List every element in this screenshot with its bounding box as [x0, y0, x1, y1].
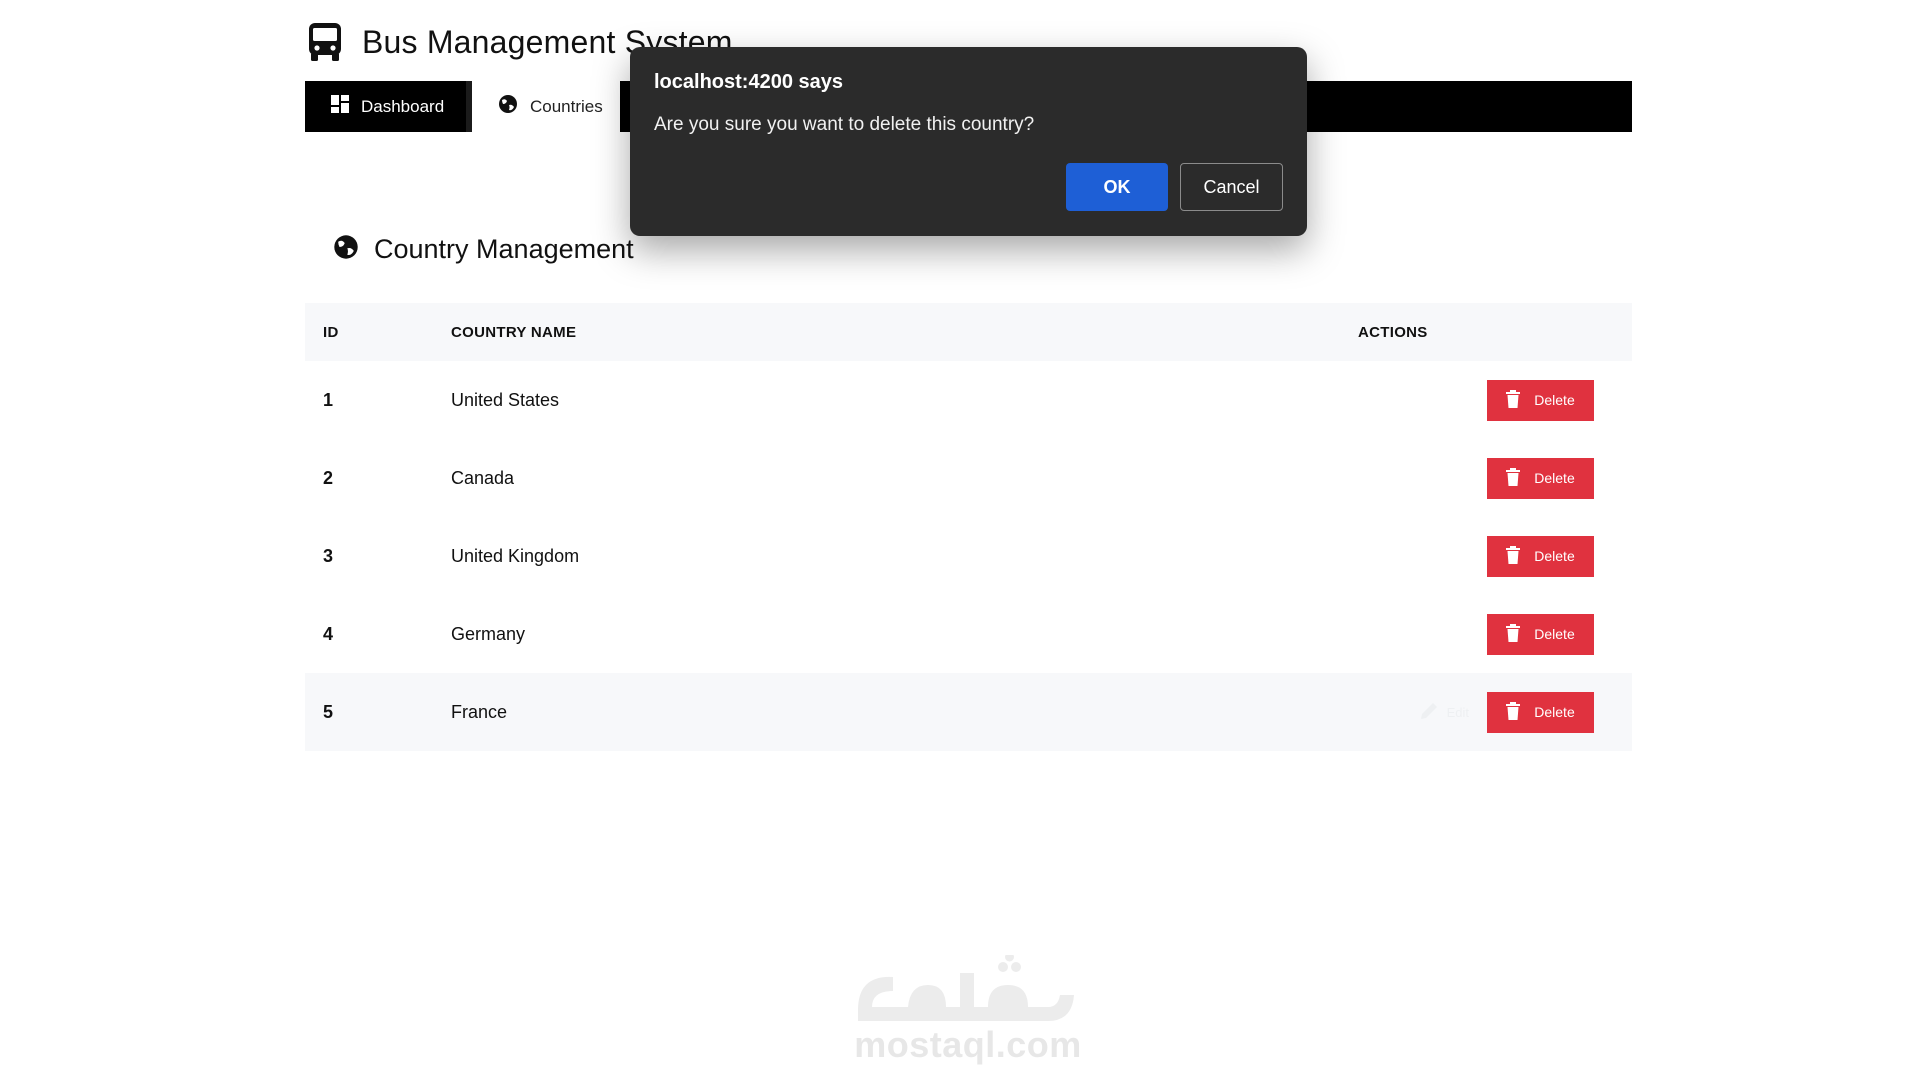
country-id: 4: [323, 623, 334, 644]
dialog-message: Are you sure you want to delete this cou…: [654, 114, 1035, 135]
nav-item-countries[interactable]: Countries: [472, 81, 620, 132]
trash-icon: [1506, 545, 1521, 567]
trash-icon: [1506, 467, 1521, 489]
country-id: 5: [323, 701, 334, 722]
section-header: Country Management: [333, 234, 634, 265]
header-actions: ACTIONS: [1358, 323, 1428, 341]
row-actions: Delete: [1278, 457, 1632, 499]
delete-button[interactable]: Delete: [1487, 691, 1594, 733]
delete-label: Delete: [1534, 626, 1575, 642]
country-name: United States: [451, 389, 560, 410]
edit-button[interactable]: Edit: [1419, 701, 1469, 724]
dashboard-icon: [331, 95, 349, 118]
table-row: 2 Canada Delete: [305, 439, 1632, 517]
country-id: 2: [323, 467, 334, 488]
delete-label: Delete: [1534, 392, 1575, 408]
table-row: 1 United States Delete: [305, 361, 1632, 439]
nav-item-label: Dashboard: [361, 96, 445, 116]
trash-icon: [1506, 623, 1521, 645]
table-row: 4 Germany Delete: [305, 595, 1632, 673]
pencil-icon: [1419, 701, 1439, 724]
cancel-button[interactable]: Cancel: [1180, 163, 1283, 211]
header-country-name: COUNTRY NAME: [451, 323, 577, 341]
row-actions: Delete: [1278, 379, 1632, 421]
row-actions: Edit Delete: [1278, 691, 1632, 733]
row-actions: Delete: [1278, 535, 1632, 577]
page-title: Country Management: [374, 234, 634, 264]
globe-icon: [498, 94, 518, 119]
page: Bus Management System Dashboard Countrie…: [0, 0, 1919, 1079]
watermark-logo: [848, 952, 1088, 1030]
delete-label: Delete: [1534, 704, 1575, 720]
header-id: ID: [323, 323, 339, 341]
globe-icon: [333, 234, 359, 265]
dialog-title: localhost:4200 says: [654, 71, 843, 93]
country-name: Canada: [451, 467, 515, 488]
delete-button[interactable]: Delete: [1487, 379, 1594, 421]
trash-icon: [1506, 389, 1521, 411]
edit-label: Edit: [1446, 704, 1469, 720]
table-row: 5 France Edit Delete: [305, 673, 1632, 751]
country-id: 3: [323, 545, 334, 566]
confirm-dialog: localhost:4200 says Are you sure you wan…: [630, 47, 1307, 236]
delete-button[interactable]: Delete: [1487, 457, 1594, 499]
country-name: Germany: [451, 623, 526, 644]
delete-label: Delete: [1534, 548, 1575, 564]
ok-button[interactable]: OK: [1066, 163, 1168, 211]
delete-button[interactable]: Delete: [1487, 613, 1594, 655]
table-row: 3 United Kingdom Delete: [305, 517, 1632, 595]
nav-item-dashboard[interactable]: Dashboard: [305, 81, 472, 132]
countries-table: ID COUNTRY NAME ACTIONS 1 United States …: [305, 303, 1632, 751]
trash-icon: [1506, 701, 1521, 723]
watermark-text: mostaql.com: [854, 1024, 1082, 1065]
dialog-buttons: OK Cancel: [1066, 163, 1283, 211]
delete-button[interactable]: Delete: [1487, 535, 1594, 577]
country-name: France: [451, 701, 508, 722]
row-actions: Delete: [1278, 613, 1632, 655]
delete-label: Delete: [1534, 470, 1575, 486]
bus-icon: [308, 22, 342, 62]
country-id: 1: [323, 389, 334, 410]
table-header: ID COUNTRY NAME ACTIONS: [305, 303, 1632, 361]
nav-item-label: Countries: [530, 96, 603, 116]
country-name: United Kingdom: [451, 545, 580, 566]
